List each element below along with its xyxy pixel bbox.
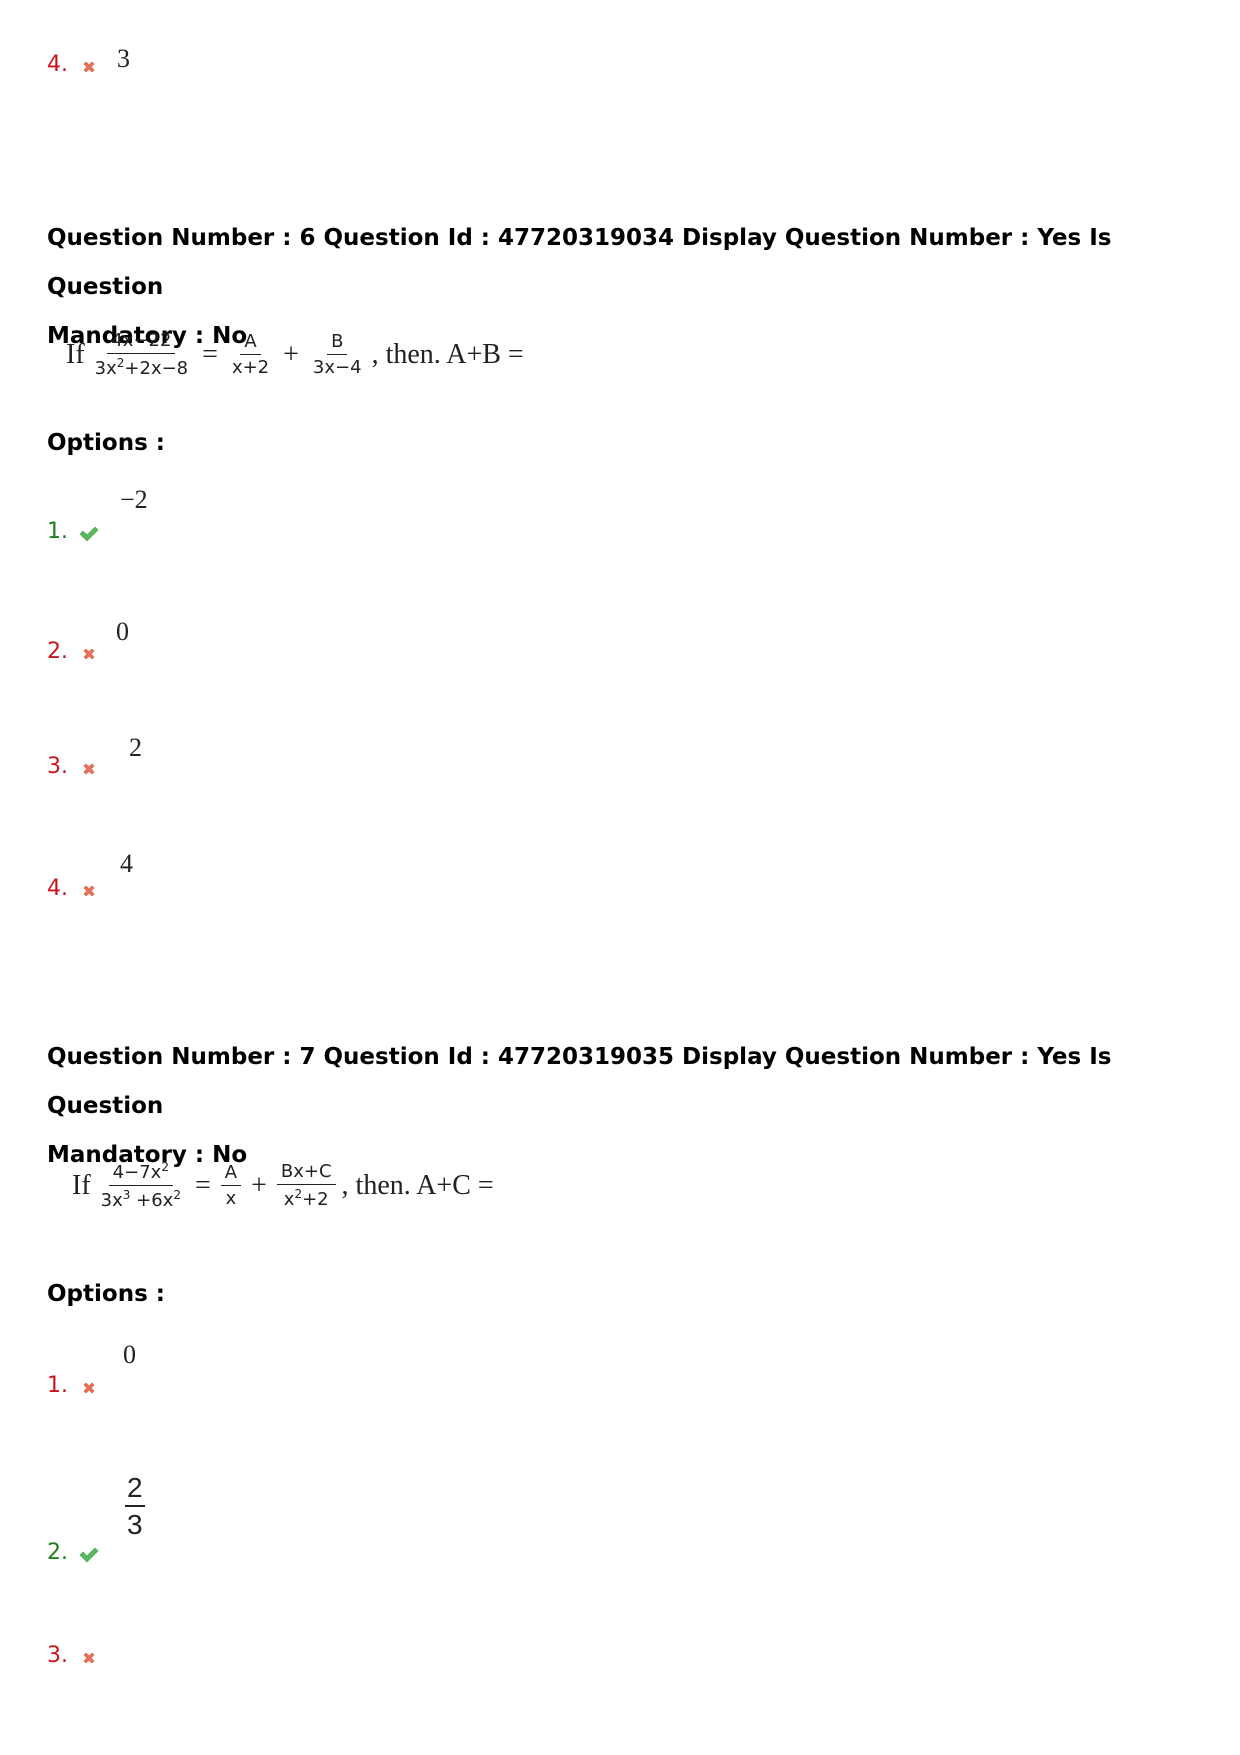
- equals-sign: =: [194, 1169, 211, 1201]
- option-row: 4.: [47, 52, 97, 77]
- term2-denominator: 3x−4: [312, 357, 362, 378]
- option-row: 4.: [47, 876, 97, 901]
- term1-denominator: x: [225, 1188, 237, 1209]
- cross-icon: [81, 761, 97, 777]
- term2-numerator: Bx+C: [276, 1161, 336, 1185]
- fraction-numerator: 2: [125, 1473, 145, 1507]
- term1-denominator: x+2: [231, 357, 270, 378]
- option-index: 4.: [47, 876, 68, 901]
- option-index: 2.: [47, 1540, 68, 1565]
- option-index: 1.: [47, 1373, 68, 1398]
- check-icon: [79, 526, 99, 542]
- cross-icon: [81, 883, 97, 899]
- term2-fraction: B 3x−4: [309, 331, 366, 378]
- option-index: 3.: [47, 1643, 68, 1668]
- cross-icon: [81, 1380, 97, 1396]
- option-index: 3.: [47, 754, 68, 779]
- term2-denominator: x2+2: [283, 1187, 329, 1210]
- question-header-line1: Question Number : 7 Question Id : 477203…: [47, 1044, 1112, 1119]
- option-row: 2.: [47, 1540, 99, 1565]
- plus-sign: +: [251, 1169, 267, 1201]
- lhs-denominator: 3x3 +6x2: [100, 1188, 181, 1211]
- stem-suffix: , then. A+B =: [371, 338, 524, 370]
- option-value: 0: [116, 617, 129, 646]
- option-index: 4.: [47, 52, 68, 77]
- stem-prefix: If: [66, 338, 85, 370]
- term2-fraction: Bx+C x2+2: [276, 1161, 336, 1210]
- option-row: 1.: [47, 519, 99, 544]
- lhs-numerator: 4−7x2: [108, 1160, 173, 1186]
- question-header-line1: Question Number : 6 Question Id : 477203…: [47, 225, 1112, 300]
- options-label: Options :: [47, 1281, 165, 1307]
- option-value: 4: [120, 849, 133, 878]
- option-row: 3.: [47, 754, 97, 779]
- lhs-denominator: 3x2+2x−8: [94, 356, 189, 379]
- option-row: 3.: [47, 1643, 97, 1668]
- question-stem: If 4−7x2 3x3 +6x2 = A x + Bx+C x2+2 , th…: [72, 1160, 494, 1211]
- stem-suffix: , then. A+C =: [341, 1169, 494, 1201]
- question-header: Question Number : 7 Question Id : 477203…: [47, 1033, 1197, 1180]
- question-stem: If 4x−22 3x2+2x−8 = A x+2 + B 3x−4 , the…: [66, 330, 524, 379]
- cross-icon: [81, 646, 97, 662]
- options-label: Options :: [47, 430, 165, 456]
- term1-fraction: A x: [220, 1162, 242, 1209]
- option-row: 2.: [47, 639, 97, 664]
- option-value: 2: [129, 733, 142, 762]
- cross-icon: [81, 59, 97, 75]
- lhs-numerator: 4x−22: [107, 330, 176, 354]
- option-row: 1.: [47, 1373, 97, 1398]
- option-value: 3: [117, 44, 130, 73]
- option-value-fraction: 2 3: [125, 1473, 145, 1541]
- check-icon: [79, 1547, 99, 1563]
- term2-numerator: B: [327, 331, 348, 355]
- option-value: 0: [123, 1340, 136, 1369]
- plus-sign: +: [283, 338, 299, 370]
- lhs-fraction: 4−7x2 3x3 +6x2: [97, 1160, 185, 1211]
- term1-numerator: A: [220, 1162, 242, 1186]
- stem-prefix: If: [72, 1169, 91, 1201]
- option-index: 2.: [47, 639, 68, 664]
- term1-numerator: A: [240, 331, 261, 355]
- lhs-fraction: 4x−22 3x2+2x−8: [91, 330, 192, 379]
- cross-icon: [81, 1650, 97, 1666]
- option-value: −2: [120, 485, 148, 514]
- option-index: 1.: [47, 519, 68, 544]
- equals-sign: =: [202, 338, 218, 370]
- fraction-denominator: 3: [127, 1509, 143, 1540]
- term1-fraction: A x+2: [228, 331, 273, 378]
